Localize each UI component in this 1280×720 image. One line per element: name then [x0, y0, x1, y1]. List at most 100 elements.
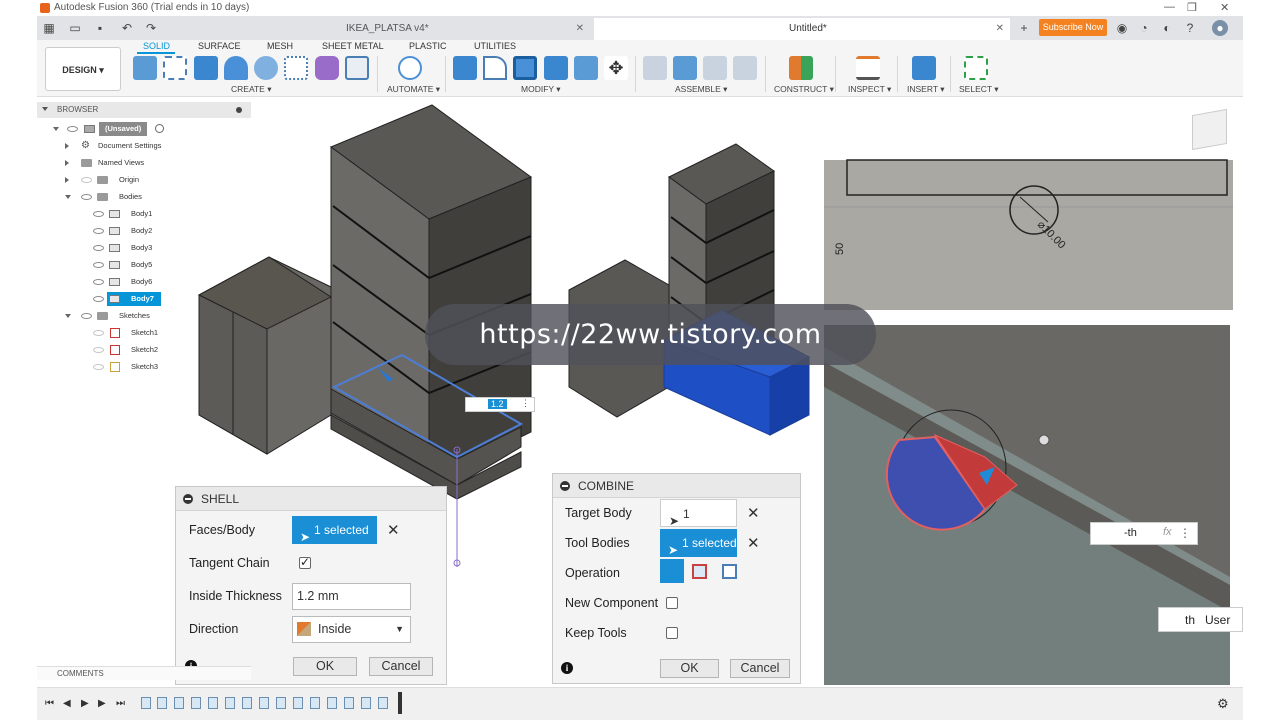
restore-icon[interactable]: ❐: [1187, 1, 1197, 14]
insert-group-label[interactable]: INSERT ▾: [907, 84, 945, 95]
expand-icon[interactable]: [65, 314, 71, 318]
tree-root[interactable]: (Unsaved): [51, 122, 251, 136]
step-forward-icon[interactable]: ▶: [98, 698, 106, 709]
new-component-assemble-icon[interactable]: [673, 56, 697, 80]
move-copy-icon[interactable]: ✥: [604, 56, 628, 80]
tree-item-body1[interactable]: Body1: [51, 207, 251, 221]
direction-dropdown[interactable]: Inside ▼: [292, 616, 411, 643]
subscribe-button[interactable]: Subscribe Now: [1039, 19, 1107, 36]
inline-menu-icon[interactable]: ⋮: [521, 398, 530, 409]
offset-plane-icon[interactable]: [789, 56, 813, 80]
ok-button[interactable]: OK: [293, 657, 357, 676]
visibility-eye-icon[interactable]: [93, 245, 104, 251]
measure-icon[interactable]: [856, 56, 880, 80]
operation-cut-icon[interactable]: [692, 564, 707, 579]
inside-thickness-input[interactable]: 1.2 mm: [292, 583, 411, 610]
redo-icon[interactable]: ↷: [143, 20, 159, 36]
timeline-feature[interactable]: [361, 697, 371, 709]
tree-item-named-views[interactable]: Named Views: [51, 156, 251, 170]
go-to-start-icon[interactable]: ⏮: [45, 698, 54, 709]
file-menu-icon[interactable]: ▭: [67, 20, 83, 36]
tree-item-body5[interactable]: Body5: [51, 258, 251, 272]
timeline-feature[interactable]: [141, 697, 151, 709]
visibility-eye-icon[interactable]: [93, 211, 104, 217]
visibility-eye-icon[interactable]: [93, 330, 104, 336]
job-status-icon[interactable]: ◔: [1136, 20, 1152, 36]
insert-image-icon[interactable]: [912, 56, 936, 80]
select-group-label[interactable]: SELECT ▾: [959, 84, 999, 95]
mirror-icon[interactable]: [345, 56, 369, 80]
timeline-feature[interactable]: [174, 697, 184, 709]
save-icon[interactable]: ▪: [92, 20, 108, 36]
doc-tab-untitled[interactable]: Untitled* ✕: [594, 18, 1010, 40]
timeline-feature[interactable]: [208, 697, 218, 709]
visibility-eye-icon[interactable]: [81, 313, 92, 319]
visibility-eye-icon[interactable]: [81, 194, 92, 200]
close-tab-icon[interactable]: ✕: [996, 18, 1004, 40]
doc-tab-ikea[interactable]: IKEA_PLATSA v4* ✕: [322, 18, 590, 40]
timeline-feature[interactable]: [225, 697, 235, 709]
collapse-browser-icon[interactable]: [42, 107, 48, 111]
shell-icon[interactable]: [513, 56, 537, 80]
autocomplete-param[interactable]: th: [1185, 613, 1195, 627]
tree-item-body3[interactable]: Body3: [51, 241, 251, 255]
comments-panel[interactable]: COMMENTS: [37, 666, 251, 680]
visibility-eye-icon[interactable]: [93, 296, 104, 302]
tab-plastic[interactable]: PLASTIC: [409, 41, 447, 51]
play-icon[interactable]: ▶: [81, 698, 89, 709]
tree-item-sketch2[interactable]: Sketch2: [51, 343, 251, 357]
new-component-icon[interactable]: [133, 56, 157, 80]
visibility-eye-icon[interactable]: [93, 228, 104, 234]
tree-item-sketch1[interactable]: Sketch1: [51, 326, 251, 340]
tree-item-bodies[interactable]: Bodies: [51, 190, 251, 204]
visibility-eye-icon[interactable]: [93, 279, 104, 285]
automate-group-label[interactable]: AUTOMATE ▾: [387, 84, 440, 95]
tab-mesh[interactable]: MESH: [267, 41, 293, 51]
timeline-feature[interactable]: [378, 697, 388, 709]
target-body-selector[interactable]: ➤ 1 selected: [660, 499, 737, 549]
assemble-group-label[interactable]: ASSEMBLE ▾: [675, 84, 727, 95]
new-tab-icon[interactable]: +: [1016, 20, 1032, 36]
hole-icon[interactable]: [254, 56, 278, 80]
visibility-eye-icon[interactable]: [93, 364, 104, 370]
create-group-label[interactable]: CREATE ▾: [231, 84, 271, 95]
timeline-settings-icon[interactable]: ⚙: [1217, 696, 1229, 712]
cancel-button[interactable]: Cancel: [369, 657, 433, 676]
timeline-feature[interactable]: [259, 697, 269, 709]
close-tab-icon[interactable]: ✕: [576, 18, 584, 40]
tree-item-origin[interactable]: Origin: [51, 173, 251, 187]
tab-sheet-metal[interactable]: SHEET METAL: [322, 41, 384, 51]
new-component-checkbox[interactable]: [666, 597, 678, 609]
tab-utilities[interactable]: UTILITIES: [474, 41, 516, 51]
ok-button[interactable]: OK: [660, 659, 719, 678]
automate-icon[interactable]: [398, 56, 422, 80]
fx-icon[interactable]: fx: [1163, 526, 1172, 538]
tree-item-body7[interactable]: Body7: [51, 292, 251, 306]
shell-thickness-inline-input[interactable]: 1.2 ⋮: [465, 397, 535, 412]
clear-selection-icon[interactable]: ✕: [747, 504, 760, 522]
form-icon[interactable]: [315, 56, 339, 80]
tree-item-document-settings[interactable]: ⚙ Document Settings: [51, 139, 251, 153]
tool-bodies-selector[interactable]: ➤ 1 selected: [660, 529, 737, 557]
operation-join-icon[interactable]: [660, 559, 684, 583]
expand-icon[interactable]: [65, 177, 69, 183]
timeline-feature[interactable]: [344, 697, 354, 709]
extrude-icon[interactable]: [194, 56, 218, 80]
timeline-feature[interactable]: [242, 697, 252, 709]
extensions-icon[interactable]: ◉: [1114, 20, 1130, 36]
joint-icon[interactable]: [643, 56, 667, 80]
collapse-dialog-icon[interactable]: [560, 481, 570, 491]
tree-item-sketches[interactable]: Sketches: [51, 309, 251, 323]
step-back-icon[interactable]: ◀: [63, 698, 71, 709]
timeline-feature[interactable]: [191, 697, 201, 709]
autocomplete-popup[interactable]: th User: [1158, 607, 1243, 632]
pattern-icon[interactable]: [284, 56, 308, 80]
joint-origin-icon[interactable]: [733, 56, 757, 80]
create-sketch-icon[interactable]: [163, 56, 187, 80]
visibility-eye-icon[interactable]: [93, 347, 104, 353]
expand-icon[interactable]: [65, 195, 71, 199]
visibility-eye-icon[interactable]: [67, 126, 78, 132]
minimize-icon[interactable]: —: [1164, 1, 1175, 13]
activate-radio-icon[interactable]: [155, 124, 164, 133]
expand-icon[interactable]: [65, 160, 69, 166]
